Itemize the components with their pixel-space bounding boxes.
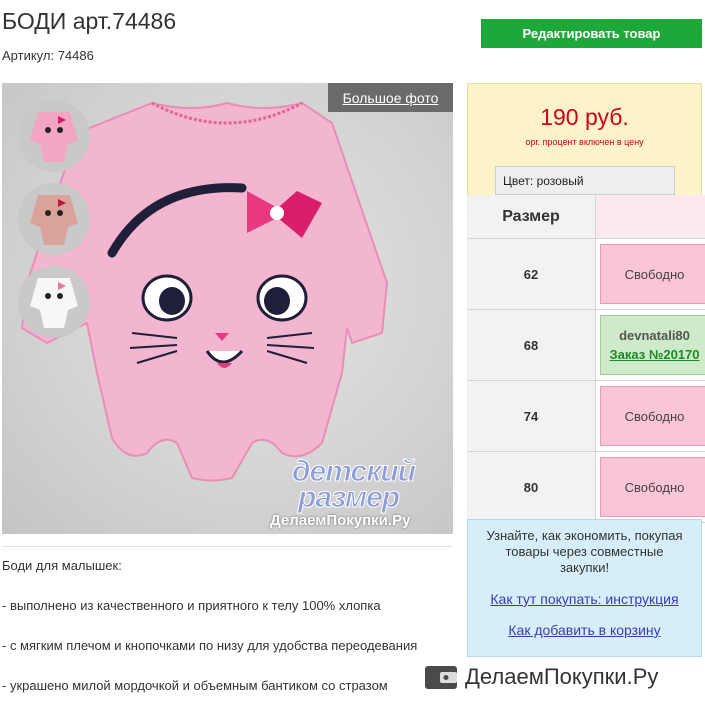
watermark: детский размер ДелаемПокупки.Ру — [270, 455, 450, 530]
size-value: 74 — [467, 381, 596, 451]
size-table-header: Размер — [467, 195, 705, 239]
slot-user: devnatali80 — [619, 328, 690, 343]
description-line: - с мягким плечом и кнопочками по низу д… — [2, 638, 418, 653]
watermark-line3: ДелаемПокупки.Ру — [270, 512, 411, 529]
table-row: 80 Свободно — [467, 452, 705, 523]
wallet-icon — [424, 663, 458, 691]
brand-name: ДелаемПокупки.Ру — [465, 664, 659, 689]
info-text: Узнайте, как экономить, покупая товары ч… — [486, 528, 683, 575]
product-title: БОДИ арт.74486 — [2, 8, 177, 34]
size-cell: Свободно — [596, 239, 705, 309]
thumbnail-beige[interactable] — [18, 183, 90, 255]
big-photo-button[interactable]: Большое фото — [328, 83, 453, 112]
order-link[interactable]: Заказ №20170 — [610, 347, 700, 362]
price-box: 190 руб. орг. процент включен в цену Цве… — [467, 83, 702, 197]
description-line: Боди для малышек: — [2, 558, 122, 573]
how-to-buy-link[interactable]: Как тут покупать: инструкция — [468, 591, 701, 607]
how-to-add-to-cart-link[interactable]: Как добавить в корзину — [468, 622, 701, 638]
product-description: Боди для малышек: - выполнено из качеств… — [2, 558, 457, 706]
table-row: 68 devnatali80 Заказ №20170 — [467, 310, 705, 381]
price-value: 190 руб. — [540, 104, 629, 130]
free-slot-button[interactable]: Свободно — [600, 386, 705, 446]
size-value: 68 — [467, 310, 596, 380]
size-value: 80 — [467, 452, 596, 522]
product-photo[interactable]: Большое фото детский размер ДелаемПокупк… — [2, 83, 453, 534]
watermark-line2: размер — [297, 481, 400, 515]
brand-logo[interactable]: ДелаемПокупки.Ру — [424, 660, 658, 694]
description-line: - украшено милой мордочкой и объемным ба… — [2, 678, 388, 693]
product-article: Артикул: 74486 — [2, 48, 94, 63]
table-row: 74 Свободно — [467, 381, 705, 452]
size-cell: Свободно — [596, 381, 705, 451]
size-cell: Свободно — [596, 452, 705, 522]
color-value: розовый — [536, 173, 584, 188]
info-box: Узнайте, как экономить, покупая товары ч… — [467, 519, 702, 657]
free-slot-button[interactable]: Свободно — [600, 457, 705, 517]
taken-slot[interactable]: devnatali80 Заказ №20170 — [600, 315, 705, 375]
description-line: - выполнено из качественного и приятного… — [2, 598, 381, 613]
size-header: Размер — [467, 195, 596, 238]
price-note: орг. процент включен в цену — [525, 137, 644, 147]
size-cell: devnatali80 Заказ №20170 — [596, 310, 705, 380]
header-cell — [596, 195, 705, 238]
thumbnail-pink[interactable] — [18, 100, 90, 172]
edit-product-button[interactable]: Редактировать товар — [481, 19, 702, 48]
table-row: 62 Свободно — [467, 239, 705, 310]
thumbnail-white[interactable] — [18, 266, 90, 338]
divider — [2, 546, 453, 547]
color-select[interactable]: Цвет: розовый — [495, 166, 675, 195]
color-label: Цвет: — [503, 173, 534, 188]
free-slot-button[interactable]: Свободно — [600, 244, 705, 304]
size-value: 62 — [467, 239, 596, 309]
